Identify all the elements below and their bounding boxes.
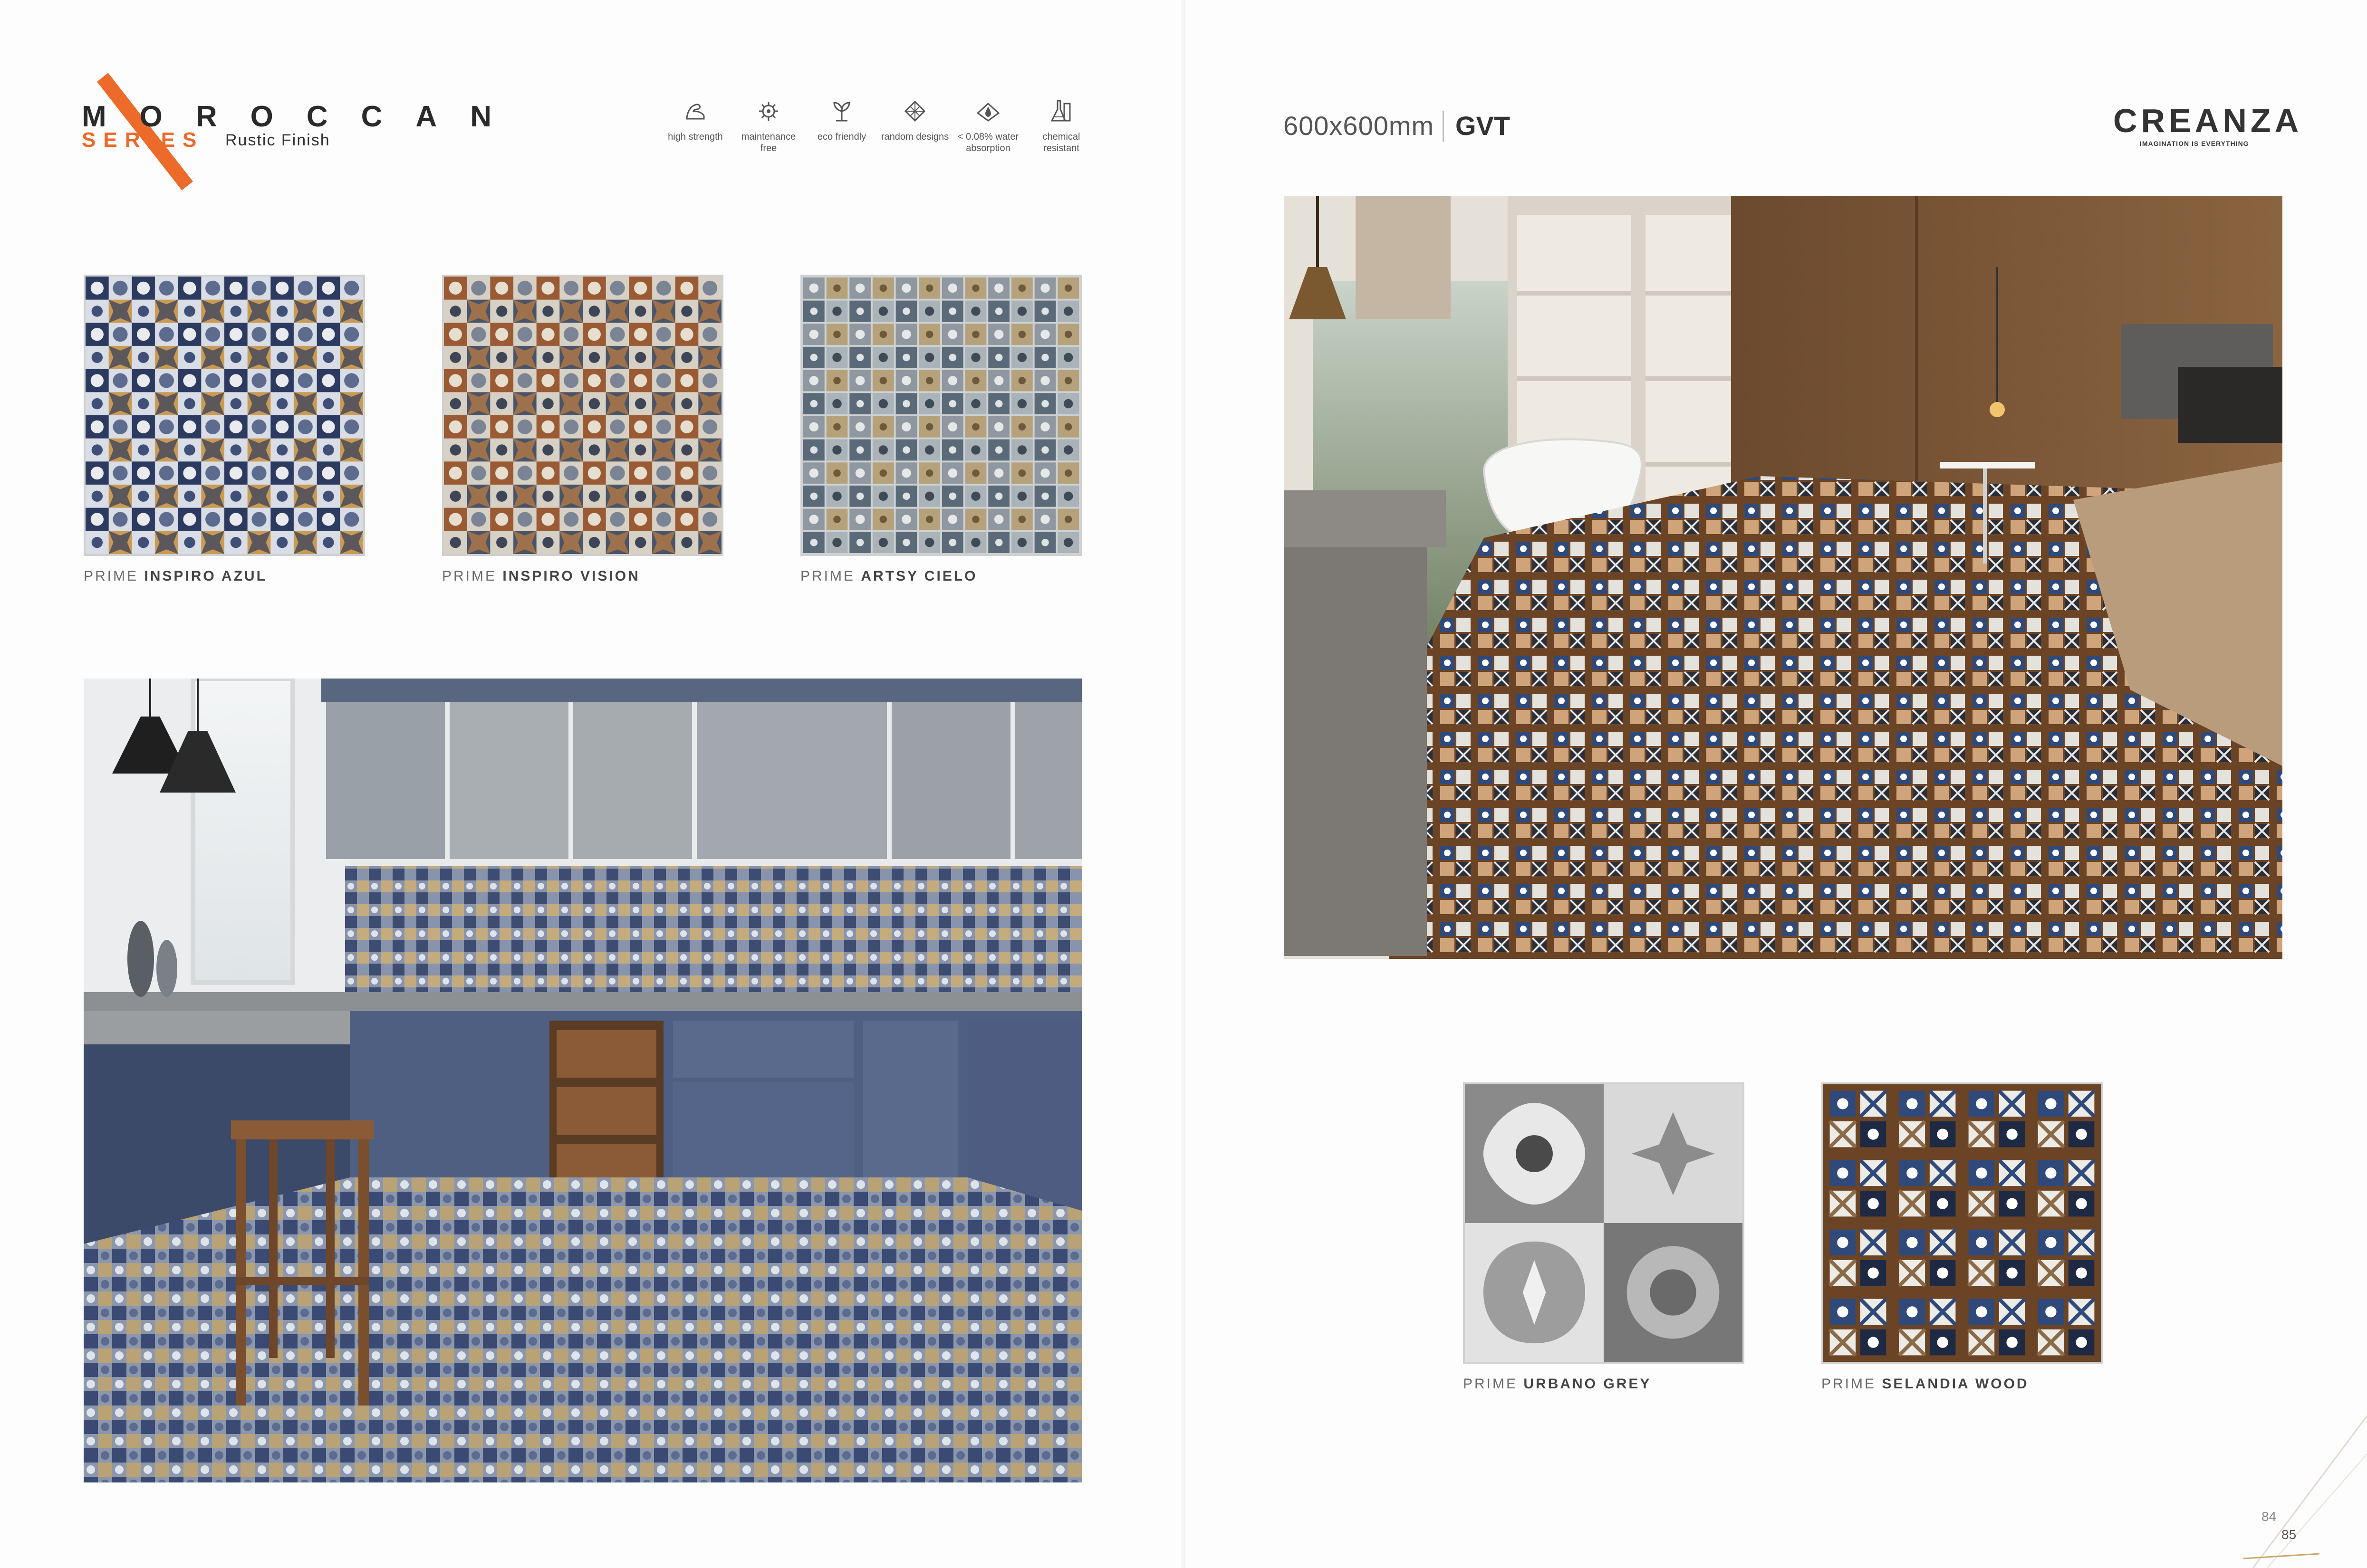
tile-selandia-wood bbox=[1821, 1082, 2103, 1364]
logo-tagline: IMAGINATION IS EVERYTHING bbox=[2140, 140, 2249, 147]
tile-caption-urbano-grey: PRIME URBANO GREY bbox=[1463, 1376, 1652, 1392]
feature-label: random designs bbox=[881, 132, 949, 142]
feature-water-absorption: < 0.08% water absorption bbox=[953, 97, 1024, 154]
tile-caption-selandia-wood: PRIME SELANDIA WOOD bbox=[1821, 1376, 2029, 1392]
feature-label: high strength bbox=[668, 132, 723, 142]
tile-inspiro-azul bbox=[84, 275, 365, 556]
tile-artsy-cielo bbox=[800, 275, 1082, 556]
diamond-pattern-icon bbox=[904, 100, 926, 122]
finish-label: Rustic Finish bbox=[225, 131, 330, 149]
tile-caption-artsy-cielo: PRIME ARTSY CIELO bbox=[800, 568, 978, 584]
feature-high-strength: high strength bbox=[660, 97, 731, 143]
feature-label: < 0.08% water absorption bbox=[957, 132, 1019, 153]
kitchen-room-photo bbox=[84, 679, 1082, 1482]
tile-caption-inspiro-vision: PRIME INSPIRO VISION bbox=[442, 568, 640, 584]
page-number-lines bbox=[2243, 1415, 2367, 1568]
book-spine bbox=[1182, 0, 1185, 1568]
bedroom-bath-room-photo bbox=[1284, 196, 2282, 959]
feature-maintenance-free: maintenance free bbox=[733, 97, 804, 154]
feature-chemical-resistant: chemical resistant bbox=[1026, 97, 1097, 154]
tile-inspiro-vision bbox=[442, 275, 723, 556]
tile-size-label: 600x600mm bbox=[1283, 111, 1434, 141]
maintenance-icon bbox=[759, 102, 778, 121]
series-label: SERIES bbox=[82, 128, 204, 152]
page-number-right: 85 bbox=[2281, 1527, 2297, 1542]
tile-caption-inspiro-azul: PRIME INSPIRO AZUL bbox=[84, 568, 267, 584]
flask-icon bbox=[1050, 100, 1071, 122]
feature-random-designs: random designs bbox=[879, 97, 951, 143]
arm-strength-icon bbox=[686, 104, 705, 120]
feature-label: chemical resistant bbox=[1042, 132, 1080, 153]
creanza-logo: CREANZA bbox=[2113, 102, 2303, 139]
feature-eco-friendly: eco friendly bbox=[806, 97, 877, 143]
page-number-left: 84 bbox=[2261, 1509, 2277, 1524]
leaf-icon bbox=[833, 102, 850, 122]
water-drop-icon bbox=[976, 102, 1000, 122]
header-divider bbox=[1443, 111, 1444, 142]
feature-label: eco friendly bbox=[817, 132, 866, 142]
feature-label: maintenance free bbox=[741, 132, 796, 153]
gvt-label: GVT bbox=[1455, 111, 1511, 141]
tile-urbano-grey bbox=[1463, 1082, 1744, 1364]
